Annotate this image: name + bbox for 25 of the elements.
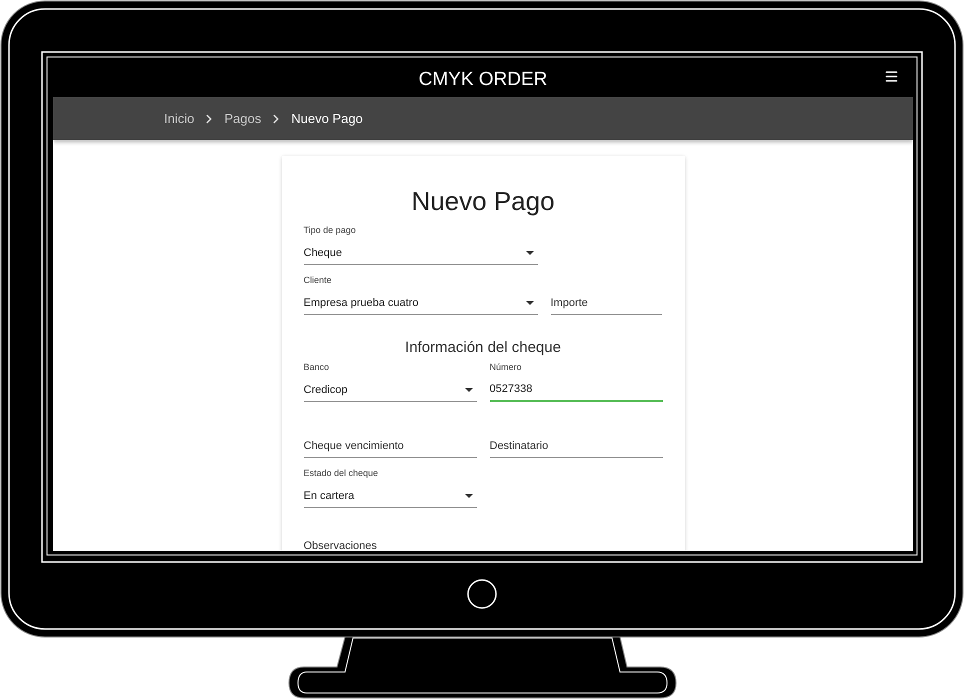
- input-field[interactable]: Destinatario: [490, 434, 662, 458]
- field-label: Banco: [304, 362, 330, 372]
- caret-icon: [526, 300, 534, 304]
- breadcrumb-link[interactable]: Pagos: [224, 111, 262, 126]
- app-title: CMYK ORDER: [418, 69, 548, 91]
- form-title: Nuevo Pago: [410, 186, 556, 217]
- caret-icon: [464, 494, 472, 498]
- input-field[interactable]: Observaciones: [304, 534, 662, 551]
- field-label: Cliente: [304, 275, 333, 285]
- section-heading: Información del cheque: [404, 339, 562, 356]
- input-field[interactable]: 0527338: [490, 378, 662, 402]
- breadcrumb-link[interactable]: Inicio: [164, 111, 194, 126]
- field-label: Número: [490, 362, 523, 372]
- dropdown-field[interactable]: Cheque: [304, 241, 538, 265]
- caret-icon: [464, 388, 472, 392]
- dropdown-field[interactable]: Credicop: [304, 378, 476, 402]
- input-field[interactable]: Cheque vencimiento: [304, 434, 476, 458]
- caret-icon: [526, 250, 534, 254]
- field-label: Estado del cheque: [304, 468, 380, 478]
- input-field[interactable]: Importe: [550, 291, 662, 315]
- field-label: Tipo de pago: [304, 225, 357, 235]
- dropdown-field[interactable]: En cartera: [304, 484, 476, 508]
- breadcrumb-link[interactable]: Nuevo Pago: [291, 111, 363, 126]
- dropdown-field[interactable]: Empresa prueba cuatro: [304, 291, 538, 315]
- menu-icon[interactable]: [884, 69, 899, 84]
